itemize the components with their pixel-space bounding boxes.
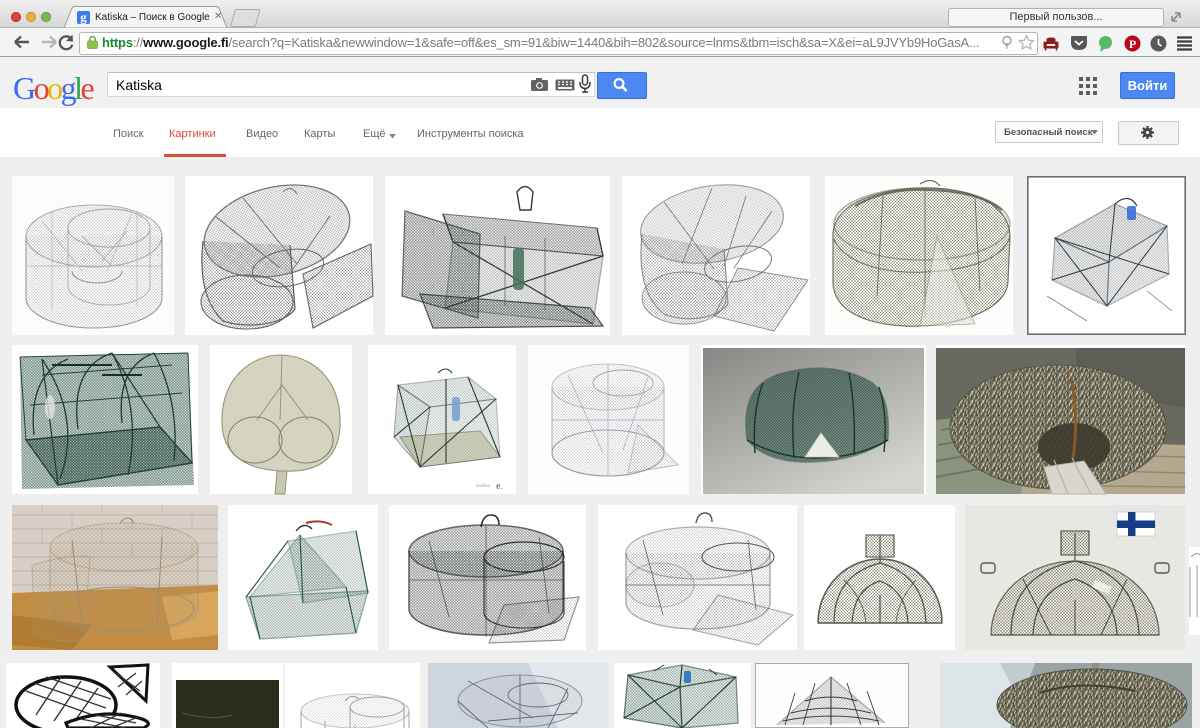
svg-text:P: P (1129, 37, 1136, 51)
svg-text:katiska: katiska (476, 483, 491, 488)
svg-text:g: g (80, 10, 87, 25)
